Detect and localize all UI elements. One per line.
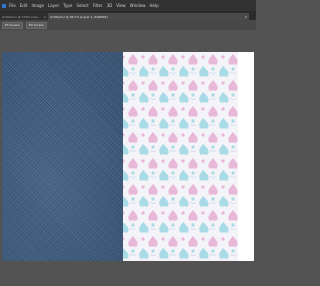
menu-window[interactable]: Window [128, 3, 148, 8]
document-canvas[interactable] [2, 52, 254, 261]
damask-pattern-svg [123, 52, 238, 261]
menu-file[interactable]: File [7, 3, 18, 8]
document-tab-bar: Untitled-1 @ 100% (Layer 0, RGB/8) × Unt… [0, 11, 256, 20]
menu-select[interactable]: Select [74, 3, 90, 8]
tab-document-1[interactable]: Untitled-1 @ 100% (Layer 0, RGB/8) × [0, 13, 48, 20]
fill-screen-button[interactable]: Fill Screen [25, 21, 48, 29]
denim-texture-image [2, 52, 123, 261]
damask-pattern-image [123, 52, 238, 261]
canvas-area[interactable] [0, 30, 256, 286]
menu-type[interactable]: Type [61, 3, 74, 8]
canvas-gutter [0, 261, 256, 286]
menu-filter[interactable]: Filter [91, 3, 105, 8]
tab-document-2[interactable]: Untitled-2 @ 66.7% (Layer 1, RGB/8#) × [48, 13, 249, 20]
menu-edit[interactable]: Edit [18, 3, 30, 8]
fit-screen-button[interactable]: Fit Screen [2, 21, 23, 29]
menu-help[interactable]: Help [147, 3, 160, 8]
close-icon[interactable]: × [244, 15, 247, 19]
app-logo-icon[interactable] [2, 3, 6, 8]
close-icon[interactable]: × [43, 15, 46, 19]
tab-label: Untitled-2 @ 66.7% (Layer 1, RGB/8#) [50, 14, 108, 19]
menu-image[interactable]: Image [29, 3, 46, 8]
menu-bar: File Edit Image Layer Type Select Filter… [0, 0, 256, 11]
menu-3d[interactable]: 3D [105, 3, 115, 8]
menu-layer[interactable]: Layer [46, 3, 61, 8]
tab-label: Untitled-1 @ 100% (Layer 0, RGB/8) [2, 14, 42, 19]
canvas-blank-area [238, 52, 254, 261]
options-bar: Fit Screen Fill Screen [0, 20, 256, 30]
menu-view[interactable]: View [114, 3, 128, 8]
